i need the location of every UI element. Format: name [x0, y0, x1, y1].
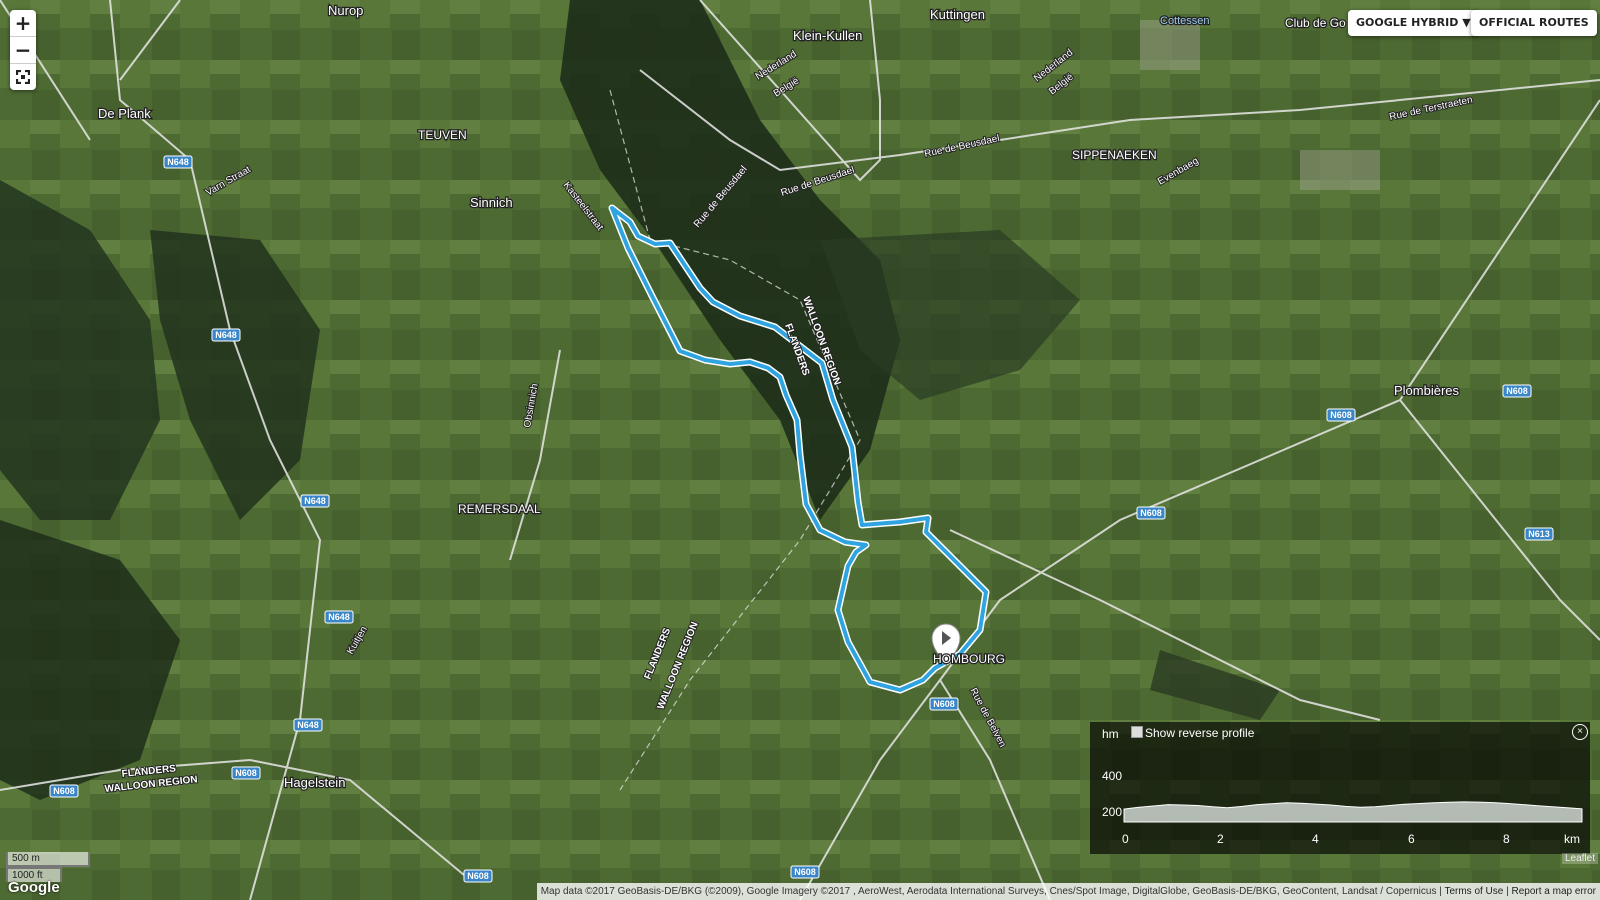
- road-shield-label: N648: [297, 720, 319, 730]
- road-shield-label: N608: [467, 871, 489, 881]
- road-shield-n648-3: N648: [300, 494, 330, 508]
- road-shield-n608-6: N608: [1136, 506, 1166, 520]
- elevation-profile-panel: hm Show reverse profile × 400 200 0 2 4 …: [1090, 722, 1590, 854]
- report-map-error-link[interactable]: Report a map error: [1512, 886, 1596, 897]
- map-scale: 500 m 1000 ft: [6, 852, 90, 882]
- road-shield-label: N608: [933, 699, 955, 709]
- place-label-sippenaeken: SIPPENAEKEN: [1072, 148, 1157, 162]
- road-shield-n648-2: N648: [211, 328, 241, 342]
- place-label-remersdaal: REMERSDAAL: [458, 502, 541, 516]
- road-shield-label: N648: [167, 157, 189, 167]
- place-label-club: Club de Go: [1285, 16, 1346, 30]
- scale-metric: 500 m: [6, 852, 90, 867]
- road-shield-n648-1: N648: [163, 155, 193, 169]
- road-shield-label: N648: [304, 496, 326, 506]
- place-label-kuttingen: Kuttingen: [930, 7, 985, 22]
- place-label-klein-kullen: Klein-Kullen: [793, 28, 862, 43]
- road-shield-n608-4: N608: [790, 865, 820, 879]
- road-shield-n608-8: N608: [1502, 384, 1532, 398]
- official-routes-button[interactable]: OFFICIAL ROUTES: [1471, 10, 1597, 36]
- road-shield-label: N608: [1140, 508, 1162, 518]
- place-label-teuven: TEUVEN: [418, 128, 467, 142]
- road-shield-label: N608: [794, 867, 816, 877]
- attribution-text: Map data ©2017 GeoBasis-DE/BKG (©2009), …: [540, 886, 1437, 897]
- place-label-sinnich: Sinnich: [470, 195, 513, 210]
- road-shield-label: N608: [1506, 386, 1528, 396]
- place-label-cottessen: Cottessen: [1160, 15, 1210, 27]
- road-shield-label: N648: [215, 330, 237, 340]
- map-layer-select[interactable]: GOOGLE HYBRID ▼: [1348, 10, 1479, 36]
- road-shield-n613: N613: [1524, 527, 1554, 541]
- distance-tick-4: 4: [1312, 832, 1319, 846]
- elevation-chart[interactable]: [1090, 722, 1590, 854]
- place-label-nurop: Nurop: [328, 3, 363, 18]
- map-attribution: Map data ©2017 GeoBasis-DE/BKG (©2009), …: [536, 883, 1600, 900]
- zoom-out-button[interactable]: −: [10, 37, 36, 64]
- road-shield-n648-5: N648: [293, 718, 323, 732]
- distance-tick-8: 8: [1503, 832, 1510, 846]
- place-label-hombourg: HOMBOURG: [933, 652, 1005, 666]
- place-label-de-plank: De Plank: [98, 106, 151, 121]
- zoom-in-button[interactable]: +: [10, 10, 36, 37]
- zoom-control: + −: [10, 10, 36, 90]
- road-shield-label: N608: [53, 786, 75, 796]
- terms-of-use-link[interactable]: Terms of Use: [1444, 886, 1503, 897]
- place-label-hagelstein: Hagelstein: [284, 775, 345, 790]
- distance-tick-6: 6: [1408, 832, 1415, 846]
- road-shield-n608-5: N608: [929, 697, 959, 711]
- distance-tick-0: 0: [1122, 832, 1129, 846]
- road-shield-n608-3: N608: [463, 869, 493, 883]
- leaflet-link[interactable]: Leaflet: [1561, 853, 1598, 864]
- fullscreen-button[interactable]: [10, 64, 36, 90]
- elevation-area: [1123, 801, 1583, 823]
- google-logo: Google: [8, 879, 60, 896]
- road-shield-n648-4: N648: [324, 610, 354, 624]
- road-shield-label: N608: [235, 768, 257, 778]
- road-shield-label: N648: [328, 612, 350, 622]
- fullscreen-icon: [15, 69, 31, 85]
- distance-tick-2: 2: [1217, 832, 1224, 846]
- road-shield-n608-7: N608: [1326, 408, 1356, 422]
- place-label-plombieres: Plombières: [1394, 383, 1460, 398]
- road-shield-n608-1: N608: [49, 784, 79, 798]
- road-shield-label: N613: [1528, 529, 1550, 539]
- road-shield-label: N608: [1330, 410, 1352, 420]
- distance-unit-label: km: [1564, 832, 1580, 846]
- road-shield-n608-2: N608: [231, 766, 261, 780]
